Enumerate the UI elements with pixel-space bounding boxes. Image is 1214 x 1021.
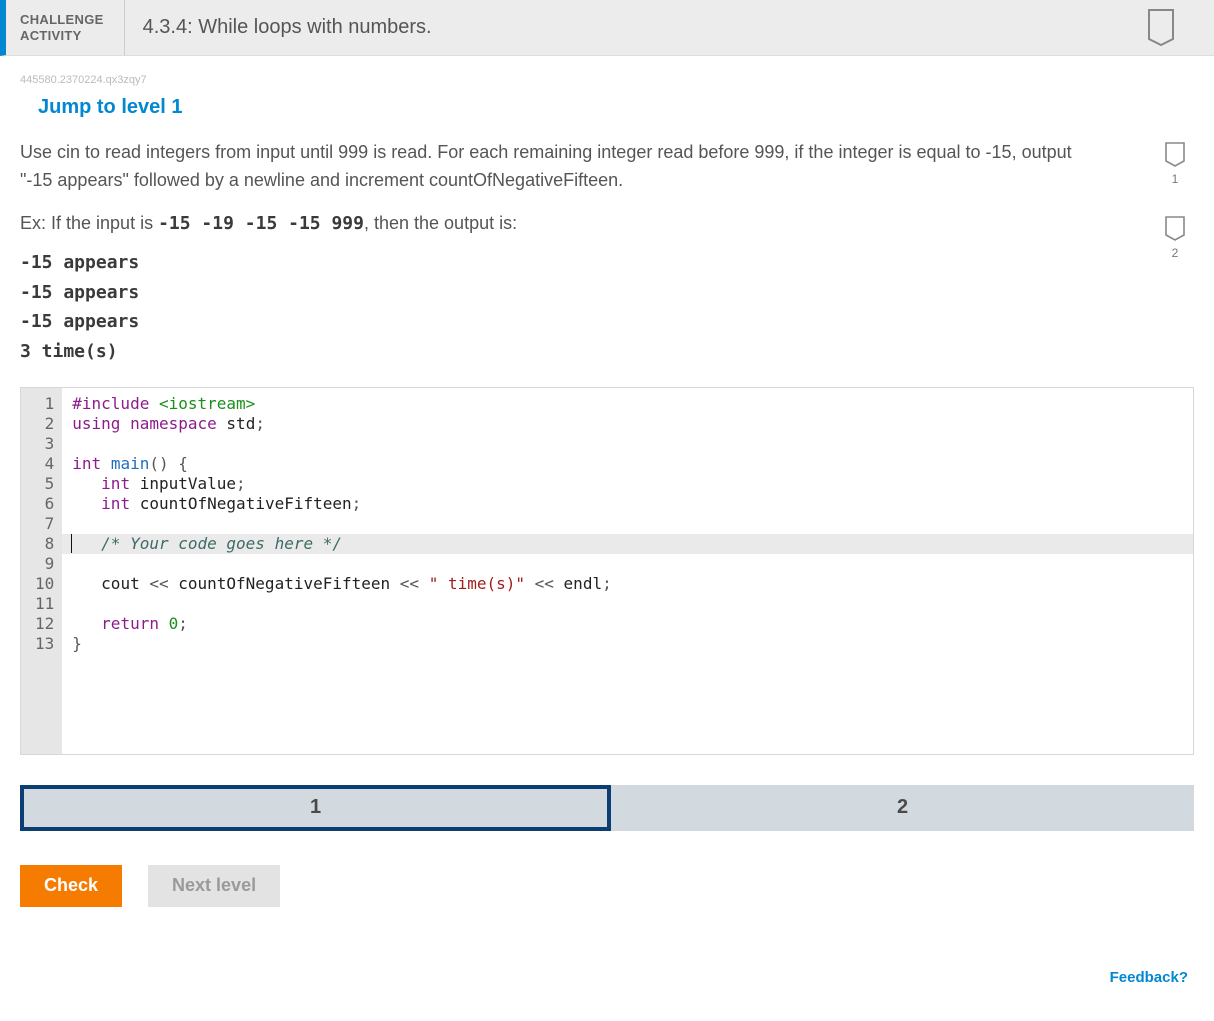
bookmark-button[interactable] — [1146, 9, 1214, 47]
level-selector: 1 2 — [20, 785, 1194, 831]
level-tab-1[interactable]: 1 — [20, 785, 611, 831]
example-prefix: Ex: If the input is — [20, 213, 158, 233]
level-tag-2[interactable]: 2 — [1164, 216, 1186, 260]
prompt-text: Use cin to read integers from input unti… — [20, 139, 1105, 195]
activity-header: CHALLENGE ACTIVITY 4.3.4: While loops wi… — [0, 0, 1214, 56]
button-row: Check Next level — [20, 865, 1194, 907]
level-rail: 1 2 — [1164, 142, 1186, 260]
level-tag-number: 2 — [1172, 246, 1179, 260]
kicker-line1: CHALLENGE — [20, 12, 104, 28]
bookmark-icon — [1146, 9, 1176, 47]
level-tag-number: 1 — [1172, 172, 1179, 186]
kicker-line2: ACTIVITY — [20, 28, 104, 44]
level-tab-2[interactable]: 2 — [611, 785, 1194, 831]
tag-icon — [1164, 216, 1186, 242]
tag-icon — [1164, 142, 1186, 168]
code-editor[interactable]: 12345678910111213 #include <iostream>usi… — [20, 387, 1194, 755]
jump-to-level-link[interactable]: Jump to level 1 — [20, 90, 1194, 139]
example-suffix: , then the output is: — [364, 213, 517, 233]
check-button[interactable]: Check — [20, 865, 122, 907]
expected-output: -15 appears -15 appears -15 appears 3 ti… — [20, 248, 1194, 367]
activity-title: 4.3.4: While loops with numbers. — [125, 16, 432, 39]
question-id: 445580.2370224.qx3zqy7 — [20, 56, 1194, 90]
level-tag-1[interactable]: 1 — [1164, 142, 1186, 186]
editor-code-area[interactable]: #include <iostream>using namespace std;i… — [62, 388, 1193, 754]
next-level-button: Next level — [148, 865, 280, 907]
activity-kicker: CHALLENGE ACTIVITY — [6, 0, 125, 55]
example-line: Ex: If the input is -15 -19 -15 -15 999,… — [20, 213, 1194, 234]
example-input: -15 -19 -15 -15 999 — [158, 213, 364, 234]
activity-content: 445580.2370224.qx3zqy7 Jump to level 1 1… — [0, 56, 1214, 1006]
editor-gutter: 12345678910111213 — [21, 388, 62, 754]
feedback-link[interactable]: Feedback? — [20, 969, 1194, 986]
